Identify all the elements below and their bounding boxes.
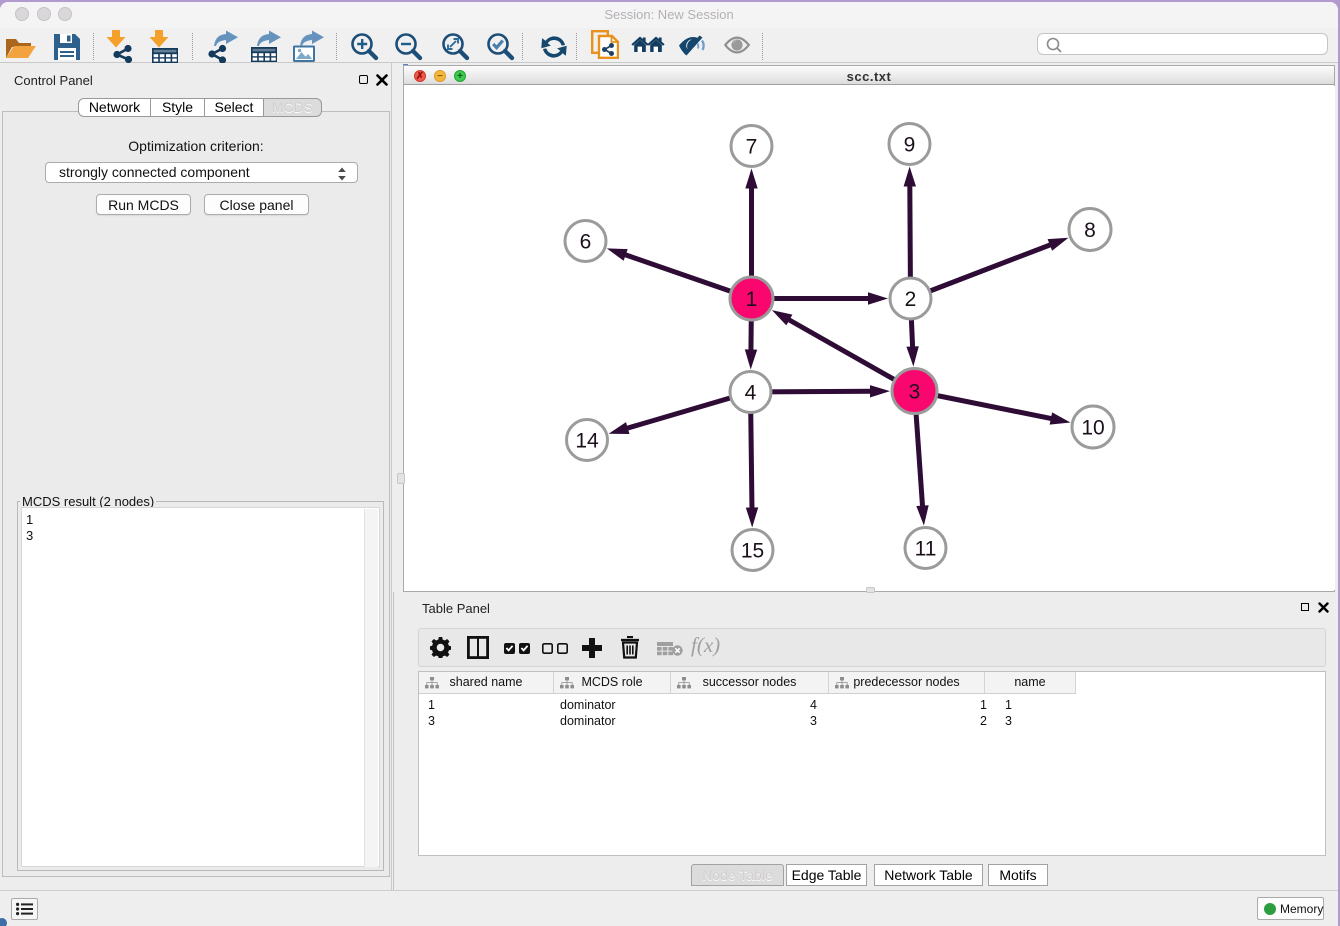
svg-text:15: 15 [741,540,764,563]
svg-text:10: 10 [1081,417,1104,440]
svg-text:11: 11 [915,538,937,561]
svg-text:8: 8 [1084,219,1096,242]
svg-text:14: 14 [575,430,599,453]
svg-text:7: 7 [746,136,758,159]
svg-text:4: 4 [745,382,757,405]
svg-text:2: 2 [905,288,917,311]
svg-text:9: 9 [904,134,916,157]
svg-text:1: 1 [746,288,758,311]
svg-text:6: 6 [580,231,592,254]
svg-text:3: 3 [909,381,921,404]
